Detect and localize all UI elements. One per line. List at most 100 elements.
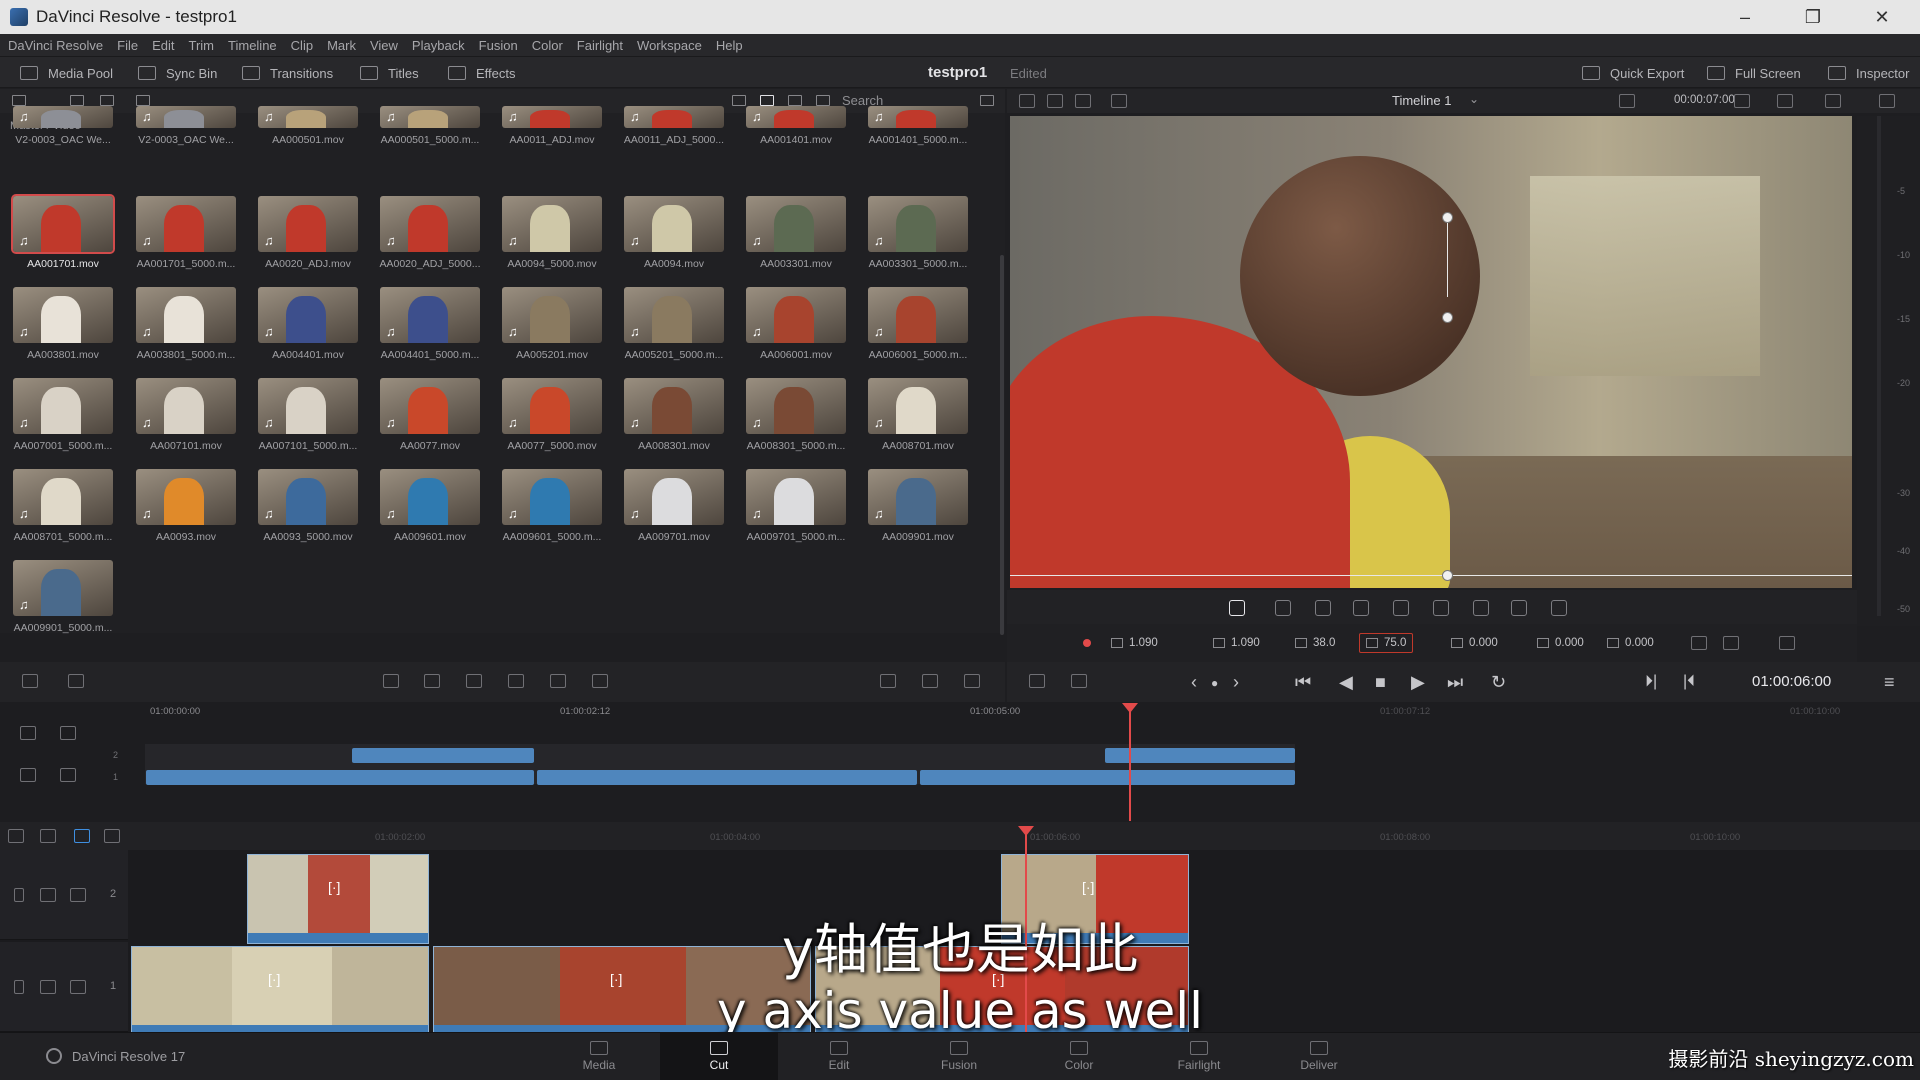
media-clip[interactable]: ♫ AA0093.mov [134, 469, 238, 559]
media-clip[interactable]: ♫ AA0011_ADJ.mov [500, 106, 604, 166]
view-strip-icon[interactable] [732, 95, 746, 106]
refresh-icon[interactable] [1825, 94, 1841, 108]
smart-insert-icon[interactable] [383, 674, 399, 688]
effects-button[interactable]: Effects [448, 57, 516, 89]
thumbnail-view-icon[interactable] [788, 95, 802, 106]
full-screen-button[interactable]: Full Screen [1707, 57, 1801, 89]
media-clip[interactable]: ♫ AA003801_5000.m... [134, 287, 238, 377]
upper-playhead[interactable] [1129, 703, 1131, 821]
page-fusion[interactable]: Fusion [900, 1033, 1018, 1080]
place-on-top-icon[interactable] [550, 674, 566, 688]
track-zoom-icon[interactable] [60, 726, 76, 740]
track-height-icon[interactable] [20, 726, 36, 740]
media-clip[interactable]: ♫ AA006001.mov [744, 287, 848, 377]
upper-playhead-handle[interactable] [1122, 703, 1138, 713]
upper-clip-v2-b[interactable] [1105, 748, 1295, 763]
crop-tool-icon[interactable] [1275, 600, 1291, 616]
play-button[interactable]: ▶ [1411, 672, 1425, 693]
page-edit[interactable]: Edit [780, 1033, 898, 1080]
media-clip[interactable]: ♫ AA008701.mov [866, 378, 970, 468]
media-clip[interactable]: ♫ AA005201_5000.m... [622, 287, 726, 377]
speed-icon[interactable] [1393, 600, 1409, 616]
media-clip[interactable]: ♫ AA009601.mov [378, 469, 482, 559]
zoom-y-field[interactable]: 1.090 [1213, 633, 1260, 653]
loop-button[interactable]: ↻ [1491, 672, 1506, 693]
panel-toggle-icon[interactable] [12, 95, 26, 106]
media-clip[interactable]: ♫ AA0077_5000.mov [500, 378, 604, 468]
upper-clip-v1-c[interactable] [920, 770, 1295, 785]
marker-icon[interactable] [74, 829, 90, 843]
page-color[interactable]: Color [1020, 1033, 1138, 1080]
settings-sliders-icon[interactable] [1071, 674, 1087, 688]
append-icon[interactable] [424, 674, 440, 688]
previous-edit-button[interactable]: ‹ [1191, 672, 1197, 693]
audio-waveform-icon[interactable] [880, 674, 896, 688]
media-clip[interactable]: ♫ V2-0003_OAC We... [134, 106, 238, 166]
grid-view-icon[interactable] [760, 95, 774, 106]
flip-vertical-icon[interactable] [1723, 636, 1739, 650]
viewer-mode-source-icon[interactable] [1019, 94, 1035, 108]
scissors-icon[interactable] [68, 674, 84, 688]
page-media[interactable]: Media [540, 1033, 658, 1080]
close-up-icon[interactable] [508, 674, 524, 688]
chevron-down-icon[interactable]: ⌄ [1469, 92, 1479, 106]
zoom-x-field[interactable]: 1.090 [1111, 633, 1158, 653]
mark-in-button[interactable]: ⏵| [1645, 673, 1657, 691]
upper-clip-v1-b[interactable] [537, 770, 917, 785]
quick-export-button[interactable]: Quick Export [1582, 57, 1684, 89]
media-clip[interactable]: ♫ AA001701_5000.m... [134, 196, 238, 286]
media-clip[interactable]: ♫ AA003801.mov [11, 287, 115, 377]
menu-mark[interactable]: Mark [327, 38, 356, 53]
transform-mode-icon[interactable] [1777, 94, 1793, 108]
page-fairlight[interactable]: Fairlight [1140, 1033, 1258, 1080]
clip-mode-icon[interactable] [1029, 674, 1045, 688]
media-clip[interactable]: ♫ AA0077.mov [378, 378, 482, 468]
upper-timeline-ruler[interactable]: 01:00:00:00 01:00:02:12 01:00:05:00 01:0… [145, 704, 1920, 720]
media-clip[interactable]: ♫ AA0011_ADJ_5000... [622, 106, 726, 166]
toggle-track-icon[interactable] [22, 674, 38, 688]
color-icon[interactable] [1511, 600, 1527, 616]
position-y-field[interactable]: 75.0 [1359, 633, 1414, 653]
menu-file[interactable]: File [117, 38, 138, 53]
menu-timeline[interactable]: Timeline [228, 38, 277, 53]
page-cut[interactable]: Cut [660, 1033, 778, 1080]
lower-playhead-handle[interactable] [1018, 826, 1034, 836]
minimize-button[interactable]: – [1715, 0, 1775, 34]
titles-button[interactable]: Titles [360, 57, 419, 89]
snap-icon[interactable] [20, 768, 36, 782]
wrench-icon[interactable] [8, 829, 24, 843]
media-clip[interactable]: ♫ AA005201.mov [500, 287, 604, 377]
media-clip[interactable]: ♫ AA009901_5000.m... [11, 560, 115, 650]
audio-tool-icon[interactable] [1551, 600, 1567, 616]
volume-icon[interactable] [1879, 94, 1895, 108]
media-clip[interactable]: ♫ AA004401_5000.m... [378, 287, 482, 377]
source-overwrite-icon[interactable] [592, 674, 608, 688]
pitch-field[interactable]: 0.000 [1537, 633, 1584, 653]
media-clip[interactable]: ♫ V2-0003_OAC We... [11, 106, 115, 166]
viewer-mode-tape-icon[interactable] [1047, 94, 1063, 108]
media-clip[interactable]: ♫ AA008701_5000.m... [11, 469, 115, 559]
media-clip[interactable]: ♫ AA008301.mov [622, 378, 726, 468]
go-to-start-button[interactable]: ⏮ [1295, 672, 1311, 693]
transform-handle-top[interactable] [1442, 212, 1453, 223]
video-viewer[interactable] [1010, 116, 1852, 588]
transform-handle-anchor[interactable] [1442, 312, 1453, 323]
lock-track-icon[interactable] [14, 888, 24, 902]
menu-edit[interactable]: Edit [152, 38, 174, 53]
page-deliver[interactable]: Deliver [1260, 1033, 1378, 1080]
link-icon[interactable] [60, 768, 76, 782]
media-clip[interactable]: ♫ AA004401.mov [256, 287, 360, 377]
reset-icon[interactable] [1779, 636, 1795, 650]
speaker-icon[interactable] [40, 888, 56, 902]
viewer-mode-timeline-icon[interactable] [1075, 94, 1091, 108]
transform-handle-bottom[interactable] [1442, 570, 1453, 581]
upper-clip-v2-a[interactable] [352, 748, 534, 763]
timeline-selector[interactable]: Timeline 1 [1392, 93, 1451, 108]
media-clip[interactable]: ♫ AA009601_5000.m... [500, 469, 604, 559]
monitor-icon[interactable] [70, 888, 86, 902]
menu-playback[interactable]: Playback [412, 38, 465, 53]
marker-dot-icon[interactable]: ● [1211, 676, 1218, 690]
media-clip[interactable]: ♫ AA001401_5000.m... [866, 106, 970, 166]
audio-link-icon[interactable] [40, 829, 56, 843]
dynamic-zoom-icon[interactable] [1315, 600, 1331, 616]
